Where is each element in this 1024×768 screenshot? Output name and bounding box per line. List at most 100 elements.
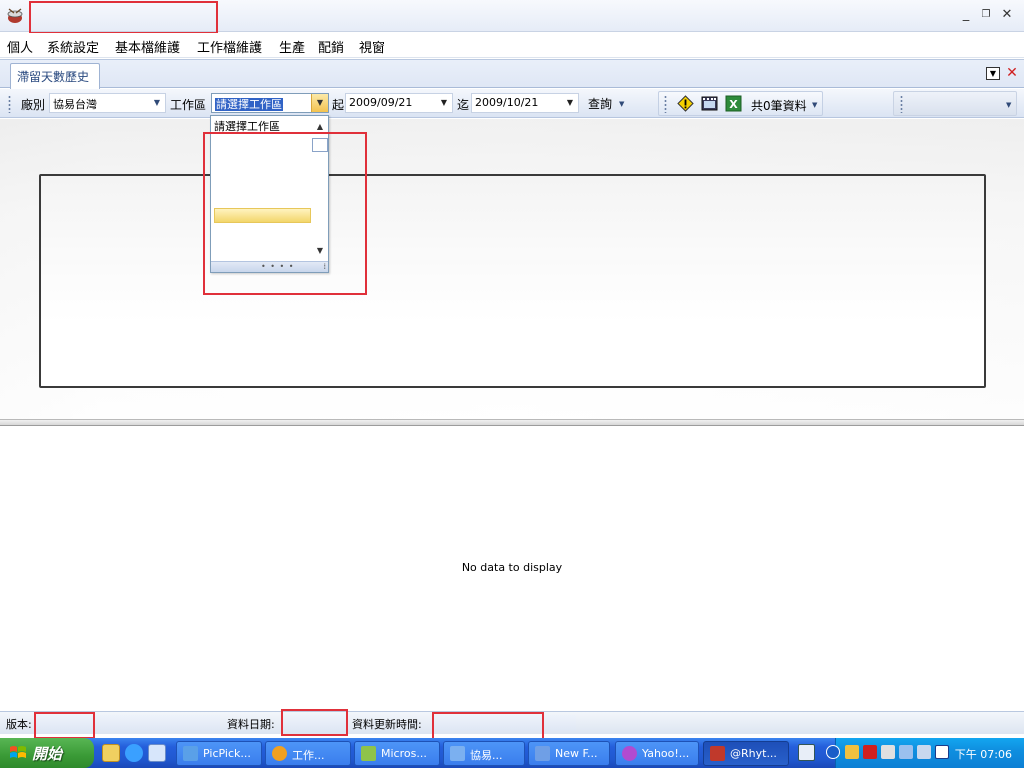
tab-list-dropdown-icon[interactable]: ▼ <box>986 67 1000 80</box>
rhythm-app-icon <box>710 746 725 761</box>
quicklaunch-ie-icon[interactable] <box>125 744 143 762</box>
close-button[interactable]: ✕ <box>998 6 1016 24</box>
calendar-dropdown-icon[interactable]: ▼ <box>564 97 576 109</box>
workarea-value: 請選擇工作區 <box>215 98 283 111</box>
task-button-new-file[interactable]: New F... <box>528 741 610 766</box>
work-app-icon <box>272 746 287 761</box>
menu-personal[interactable]: 個人 <box>7 37 33 56</box>
document-tab-strip: 滯留天數歷史 ▼ ✕ <box>0 59 1024 89</box>
upper-panel <box>0 119 1024 419</box>
window-title-highlight <box>29 1 218 34</box>
calendar-dropdown-icon[interactable]: ▼ <box>438 97 450 109</box>
record-count: 共0筆資料 <box>751 99 807 113</box>
from-date-label: 起 <box>332 98 345 112</box>
menu-system-settings[interactable]: 系統設定 <box>47 37 99 56</box>
menu-basic-file-maintenance[interactable]: 基本檔維護 <box>115 37 180 56</box>
tray-accessibility-icon[interactable] <box>917 745 931 759</box>
version-highlight-box <box>34 712 95 739</box>
tray-network-icon[interactable] <box>899 745 913 759</box>
query-toolbar: 廠別 協易台灣 ▼ 工作區 請選擇工作區 ▼ 起 2009/09/21 ▼ 迄 … <box>0 89 1024 118</box>
tray-paint-icon[interactable] <box>845 745 859 759</box>
task-label: Yahoo!... <box>642 747 690 760</box>
toolbar-grip[interactable] <box>900 95 903 113</box>
toolbar-grip[interactable] <box>664 95 667 113</box>
task-button-microsoft[interactable]: Micros... <box>354 741 440 766</box>
xieyi-app-icon <box>450 746 465 761</box>
toolbar-overflow-icon[interactable]: ▼ <box>812 96 820 114</box>
factory-label: 廠別 <box>21 98 46 112</box>
task-button-yahoo[interactable]: Yahoo!... <box>615 741 699 766</box>
factory-combobox[interactable]: 協易台灣 ▼ <box>49 93 166 113</box>
update-time-label: 資料更新時間: <box>352 718 422 731</box>
task-label: @Rhyt... <box>730 747 777 760</box>
picpick-icon <box>183 746 198 761</box>
task-label: Micros... <box>381 747 427 760</box>
task-button-picpick[interactable]: PicPick... <box>176 741 262 766</box>
chevron-down-icon[interactable]: ▼ <box>151 97 163 109</box>
excel-export-icon[interactable]: X <box>725 95 742 112</box>
toolbar-grip[interactable] <box>8 95 11 113</box>
menu-production[interactable]: 生產 <box>279 37 305 56</box>
data-date-label: 資料日期: <box>227 718 275 731</box>
task-button-work[interactable]: 工作... <box>265 741 351 766</box>
restore-button[interactable]: ❐ <box>977 6 995 24</box>
toolbar-overflow-icon[interactable]: ▼ <box>619 95 627 113</box>
tab-retention-days-history[interactable]: 滯留天數歷史 <box>10 63 100 89</box>
microsoft-app-icon <box>361 746 376 761</box>
toolbar-empty-segment: ▼ <box>893 91 1017 116</box>
workarea-combobox[interactable]: 請選擇工作區 ▼ <box>211 93 329 113</box>
data-grid[interactable]: No data to display <box>0 427 1024 711</box>
menu-window[interactable]: 視窗 <box>359 37 385 56</box>
from-date-picker[interactable]: 2009/09/21 ▼ <box>345 93 453 113</box>
menu-bar: 個人 系統設定 基本檔維護 工作檔維護 生產 配銷 視窗 <box>0 33 1024 58</box>
to-date-value: 2009/10/21 <box>475 96 539 109</box>
chart-frame <box>39 174 986 388</box>
factory-value: 協易台灣 <box>53 98 97 111</box>
tab-close-icon[interactable]: ✕ <box>1004 64 1020 82</box>
tray-volume-icon[interactable] <box>881 745 895 759</box>
svg-text:X: X <box>729 98 738 111</box>
toolbar-overflow-icon[interactable]: ▼ <box>1006 96 1014 114</box>
task-button-rhythm-active[interactable]: @Rhyt... <box>703 741 789 766</box>
data-date-highlight-box <box>281 709 348 736</box>
to-date-picker[interactable]: 2009/10/21 ▼ <box>471 93 579 113</box>
tray-media-icon[interactable] <box>935 745 949 759</box>
dropdown-highlight-box <box>203 132 367 295</box>
tab-label: 滯留天數歷史 <box>17 70 90 84</box>
yahoo-messenger-icon <box>622 746 637 761</box>
film-icon[interactable] <box>701 95 718 112</box>
quicklaunch-outlook-icon[interactable] <box>102 744 120 762</box>
language-bar-icon[interactable] <box>798 744 815 761</box>
toolbar-actions-segment: X 共0筆資料 ▼ <box>658 91 823 116</box>
task-label: 工作... <box>292 749 325 762</box>
tray-antivirus-icon[interactable] <box>863 745 877 759</box>
panel-splitter[interactable] <box>0 419 1024 426</box>
taskbar: 開始 PicPick... 工作... Micros... 協易... New … <box>0 738 1024 768</box>
warning-icon[interactable] <box>677 95 694 112</box>
workarea-label: 工作區 <box>170 98 207 112</box>
scroll-up-icon[interactable]: ▲ <box>315 122 325 132</box>
start-label: 開始 <box>32 745 63 763</box>
from-date-value: 2009/09/21 <box>349 96 413 109</box>
query-button[interactable]: 查詢 <box>580 93 620 113</box>
task-label: PicPick... <box>203 747 251 760</box>
task-label: 協易... <box>470 749 503 762</box>
system-tray: 下午 07:06 <box>826 738 1024 768</box>
workarea-dropdown-button[interactable]: ▼ <box>311 94 328 112</box>
tray-expand-icon[interactable] <box>826 745 840 759</box>
app-icon <box>7 8 23 23</box>
windows-logo-icon <box>10 746 26 758</box>
menu-work-file-maintenance[interactable]: 工作檔維護 <box>197 37 262 56</box>
quicklaunch-desktop-icon[interactable] <box>148 744 166 762</box>
minimize-button[interactable]: _ <box>957 6 975 24</box>
task-button-xieyi[interactable]: 協易... <box>443 741 525 766</box>
start-button[interactable]: 開始 <box>0 738 94 768</box>
title-bar: _ ❐ ✕ <box>0 0 1024 34</box>
menu-distribution[interactable]: 配銷 <box>318 37 344 56</box>
status-bar: 版本: 資料日期: 資料更新時間: <box>0 709 1024 745</box>
new-file-app-icon <box>535 746 550 761</box>
to-date-label: 迄 <box>457 98 470 112</box>
task-label: New F... <box>555 747 598 760</box>
empty-grid-message: No data to display <box>461 561 563 574</box>
clock: 下午 07:06 <box>954 748 1012 761</box>
